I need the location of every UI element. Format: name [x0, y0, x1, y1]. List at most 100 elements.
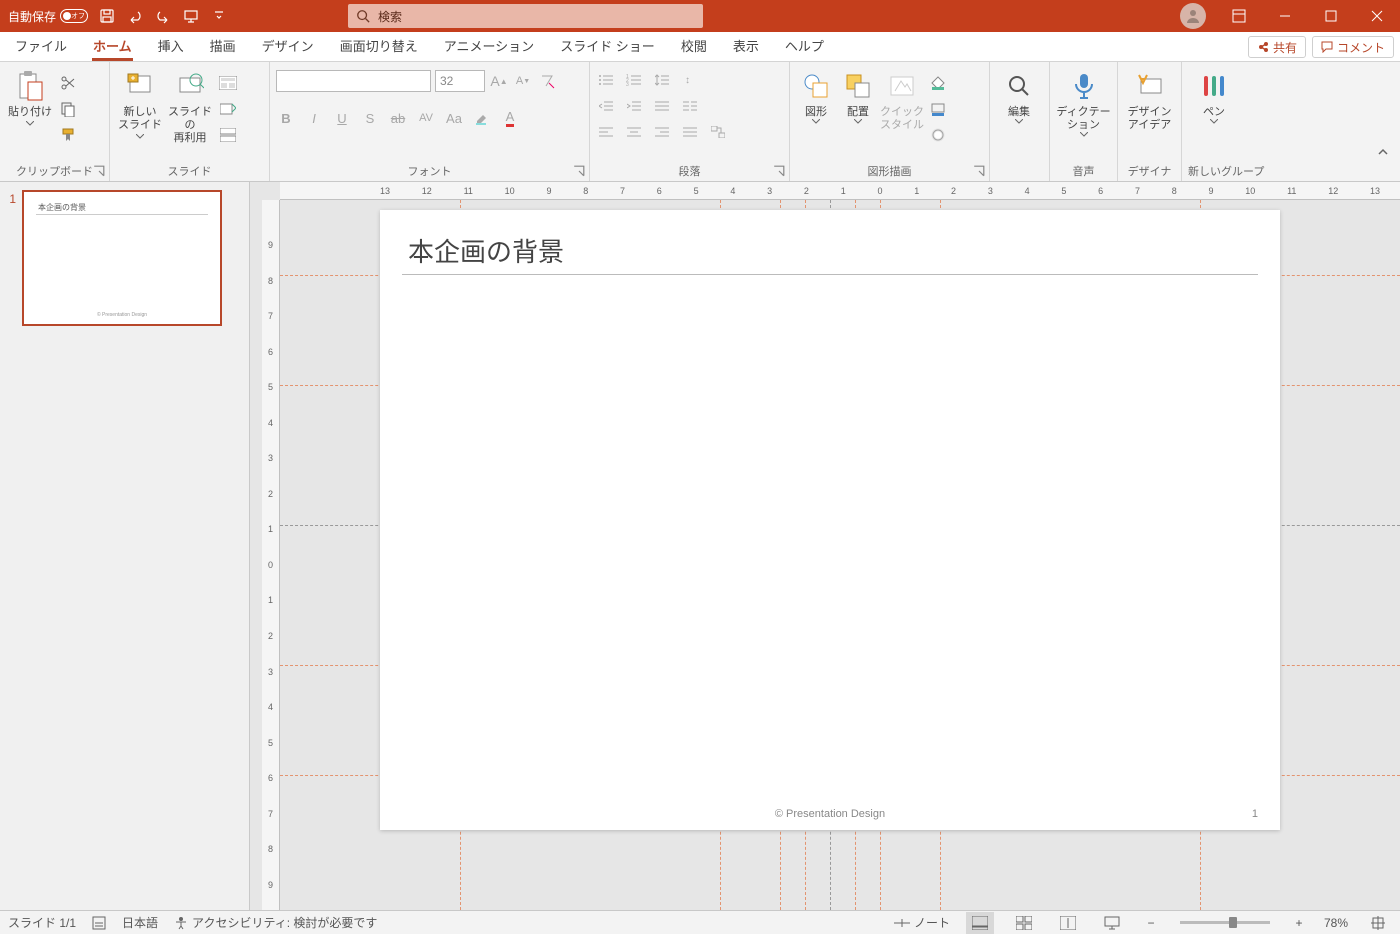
underline-button[interactable]: U — [332, 108, 352, 128]
text-direction-button[interactable]: ↕ — [680, 70, 700, 90]
align-center-button[interactable] — [624, 122, 644, 142]
undo-icon[interactable] — [126, 7, 144, 25]
close-button[interactable] — [1354, 0, 1400, 32]
smartart-button[interactable] — [708, 122, 728, 142]
bullets-button[interactable] — [596, 70, 616, 90]
tab-design[interactable]: デザイン — [261, 36, 315, 61]
tab-help[interactable]: ヘルプ — [784, 36, 825, 61]
strikethrough-button[interactable]: ab — [388, 108, 408, 128]
decrease-font-icon[interactable]: A▼ — [513, 71, 533, 91]
reset-button[interactable] — [216, 98, 240, 120]
arrange-button[interactable]: 配置 — [838, 68, 878, 124]
character-spacing-button[interactable]: AV — [416, 108, 436, 128]
slide-indicator[interactable]: スライド 1/1 — [8, 914, 76, 931]
tab-draw[interactable]: 描画 — [209, 36, 237, 61]
minimize-button[interactable] — [1262, 0, 1308, 32]
slide-sorter-view-button[interactable] — [1010, 912, 1038, 934]
slideshow-view-button[interactable] — [1098, 912, 1126, 934]
zoom-slider[interactable] — [1180, 921, 1270, 924]
thumbnail-preview[interactable]: 本企画の背景 © Presentation Design — [22, 190, 222, 326]
reuse-slides-button[interactable]: スライドの 再利用 — [166, 68, 214, 145]
font-color-button[interactable]: A — [500, 108, 520, 128]
tab-animations[interactable]: アニメーション — [443, 36, 535, 61]
shapes-button[interactable]: 図形 — [796, 68, 836, 124]
shape-fill-button[interactable] — [926, 72, 950, 94]
autosave-toggle[interactable]: 自動保存 オフ — [8, 8, 88, 25]
highlight-button[interactable] — [472, 108, 492, 128]
dialog-launcher-icon[interactable] — [573, 165, 585, 177]
dialog-launcher-icon[interactable] — [93, 165, 105, 177]
clipboard-group-label: クリップボード — [6, 163, 103, 181]
shape-outline-button[interactable] — [926, 98, 950, 120]
maximize-button[interactable] — [1308, 0, 1354, 32]
collapse-ribbon-button[interactable] — [1376, 145, 1394, 159]
clear-formatting-icon[interactable] — [537, 71, 557, 91]
spellcheck-status[interactable] — [92, 916, 106, 930]
dialog-launcher-icon[interactable] — [973, 165, 985, 177]
quick-styles-button[interactable]: クイック スタイル — [880, 68, 924, 132]
reading-view-button[interactable] — [1054, 912, 1082, 934]
ribbon-display-options-icon[interactable] — [1216, 0, 1262, 32]
present-from-start-icon[interactable] — [182, 7, 200, 25]
normal-view-button[interactable] — [966, 912, 994, 934]
italic-button[interactable]: I — [304, 108, 324, 128]
slide-canvas[interactable]: 本企画の背景 © Presentation Design 1 — [380, 210, 1280, 830]
shadow-button[interactable]: S — [360, 108, 380, 128]
fit-to-window-button[interactable] — [1364, 912, 1392, 934]
vertical-ruler[interactable]: 9876543210123456789 — [262, 200, 280, 910]
zoom-in-button[interactable]: + — [1290, 912, 1308, 934]
copy-button[interactable] — [56, 98, 80, 120]
tab-insert[interactable]: 挿入 — [157, 36, 185, 61]
shape-effects-button[interactable] — [926, 124, 950, 146]
comments-button[interactable]: コメント — [1312, 36, 1394, 58]
account-avatar[interactable] — [1180, 3, 1206, 29]
thumbnail-panel[interactable]: 1 本企画の背景 © Presentation Design — [0, 182, 250, 910]
new-slide-button[interactable]: 新しい スライド — [116, 68, 164, 139]
pen-button[interactable]: ペン — [1188, 68, 1240, 124]
bold-button[interactable]: B — [276, 108, 296, 128]
section-button[interactable] — [216, 124, 240, 146]
layout-button[interactable] — [216, 72, 240, 94]
design-ideas-button[interactable]: デザイン アイデア — [1124, 68, 1175, 132]
decrease-indent-button[interactable] — [596, 96, 616, 116]
redo-icon[interactable] — [154, 7, 172, 25]
pens-icon — [1201, 72, 1227, 100]
change-case-button[interactable]: Aa — [444, 108, 464, 128]
qat-customize-icon[interactable] — [210, 7, 228, 25]
zoom-level[interactable]: 78% — [1324, 916, 1348, 930]
increase-indent-button[interactable] — [624, 96, 644, 116]
line-spacing-button[interactable] — [652, 70, 672, 90]
search-box[interactable]: 検索 — [348, 4, 703, 28]
slide-title[interactable]: 本企画の背景 — [408, 232, 564, 269]
notes-button[interactable]: ノート — [894, 914, 950, 931]
font-name-combo[interactable] — [276, 70, 431, 92]
save-icon[interactable] — [98, 7, 116, 25]
justify-button[interactable] — [680, 122, 700, 142]
tab-home[interactable]: ホーム — [92, 36, 133, 61]
align-text-button[interactable] — [652, 96, 672, 116]
numbering-button[interactable]: 123 — [624, 70, 644, 90]
align-right-button[interactable] — [652, 122, 672, 142]
dialog-launcher-icon[interactable] — [773, 165, 785, 177]
font-size-combo[interactable]: 32 — [435, 70, 485, 92]
horizontal-ruler[interactable]: 13121110987654321012345678910111213 — [280, 182, 1400, 200]
tab-view[interactable]: 表示 — [732, 36, 760, 61]
cut-button[interactable] — [56, 72, 80, 94]
language-indicator[interactable]: 日本語 — [122, 914, 158, 931]
increase-font-icon[interactable]: A▲ — [489, 71, 509, 91]
dictation-button[interactable]: ディクテー ション — [1056, 68, 1111, 137]
tab-file[interactable]: ファイル — [14, 36, 68, 61]
columns-button[interactable] — [680, 96, 700, 116]
accessibility-status[interactable]: アクセシビリティ: 検討が必要です — [174, 914, 377, 931]
tab-review[interactable]: 校閲 — [680, 36, 708, 61]
zoom-out-button[interactable]: − — [1142, 912, 1160, 934]
editing-button[interactable]: 編集 — [996, 68, 1042, 124]
share-button[interactable]: 共有 — [1248, 36, 1306, 58]
tab-slideshow[interactable]: スライド ショー — [559, 36, 656, 61]
tab-transitions[interactable]: 画面切り替え — [339, 36, 419, 61]
format-painter-button[interactable] — [56, 124, 80, 146]
align-left-button[interactable] — [596, 122, 616, 142]
paste-button[interactable]: 貼り付け — [6, 68, 54, 126]
slide-thumbnail-1[interactable]: 1 本企画の背景 © Presentation Design — [4, 190, 245, 326]
autosave-pill[interactable]: オフ — [60, 9, 88, 23]
